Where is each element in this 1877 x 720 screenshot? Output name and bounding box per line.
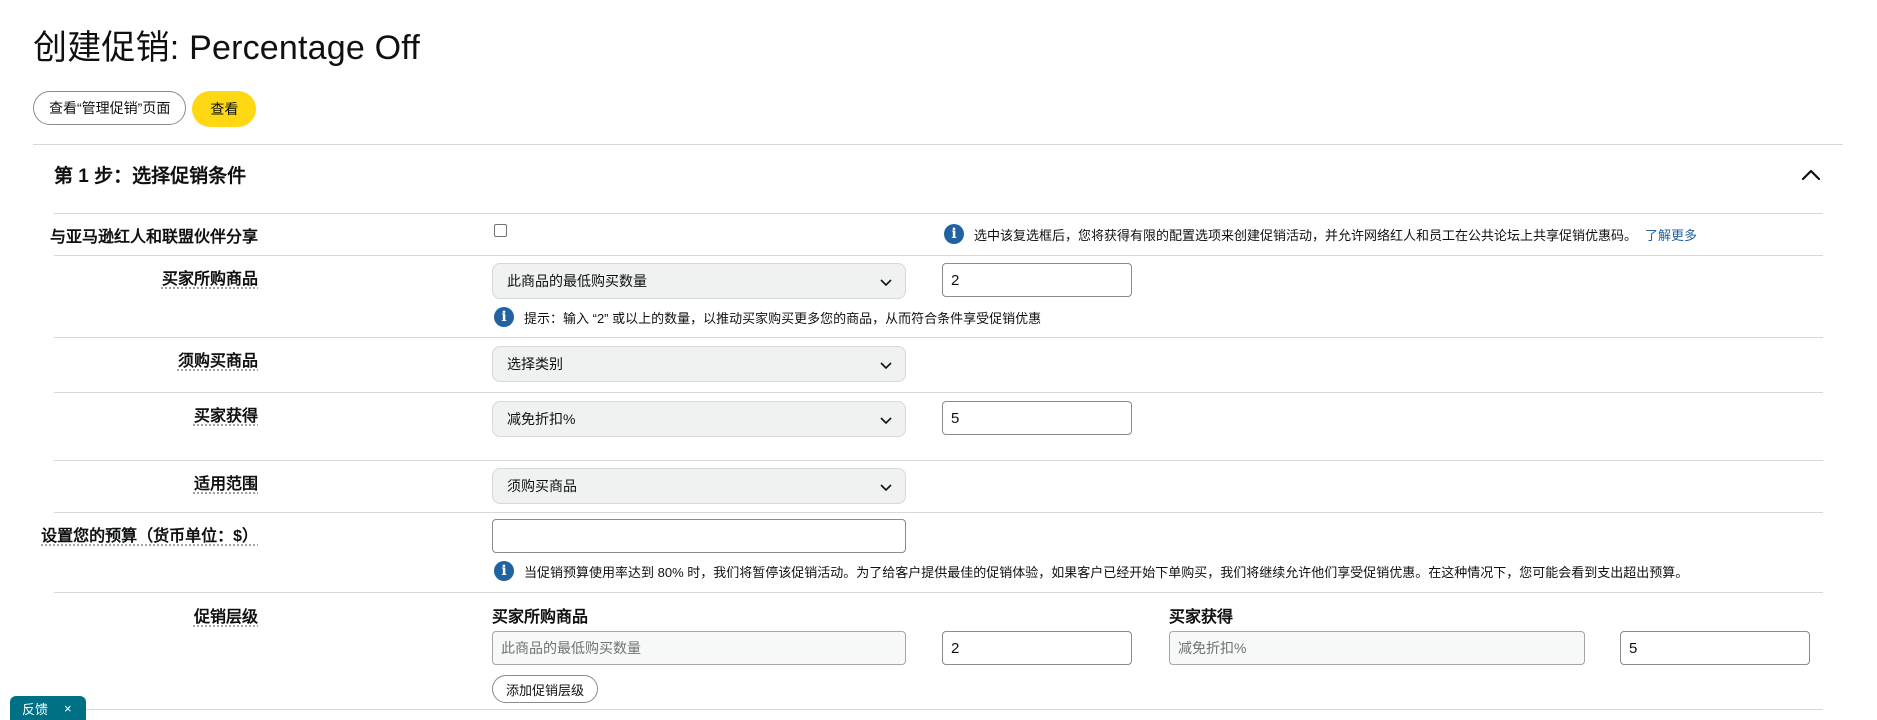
add-tier-button[interactable]: 添加促销层级 (492, 675, 599, 703)
close-icon[interactable]: × (64, 701, 72, 716)
budget-row: 设置您的预算（货币单位：$） i 当促销预算使用率达到 80% 时，我们将暂停该… (41, 512, 1823, 592)
buyer-purchases-select-value: 此商品的最低购买数量 (507, 273, 647, 289)
tier-purchase-quantity-input[interactable] (942, 631, 1132, 665)
buyer-purchases-hint-text: 提示：输入 “2” 或以上的数量，以推动买家购买更多您的商品，从而符合条件享受促… (524, 310, 1042, 326)
chevron-down-icon (880, 484, 892, 492)
buyer-gets-percent-input[interactable] (942, 401, 1132, 435)
view-button[interactable]: 查看 (192, 91, 257, 127)
buyer-gets-select-value: 减免折扣% (507, 411, 576, 427)
budget-label: 设置您的预算（货币单位：$） (41, 528, 258, 545)
purchased-items-label: 须购买商品 (177, 353, 258, 370)
share-row: 与亚马逊红人和联盟伙伴分享 i 选中该复选框后，您将获得有限的配置选项来创建促销… (50, 213, 1823, 255)
buyer-purchases-select[interactable]: 此商品的最低购买数量 (492, 263, 906, 299)
info-icon: i (494, 307, 514, 327)
feedback-tab[interactable]: 反馈 × (10, 696, 86, 720)
tier-purchase-condition-field (492, 631, 906, 665)
applies-to-row: 适用范围 须购买商品 (54, 460, 1823, 512)
learn-more-link[interactable]: 了解更多 (1645, 225, 1697, 244)
chevron-up-icon[interactable] (1799, 163, 1823, 187)
tiers-label: 促销层级 (193, 609, 258, 626)
buyer-gets-row: 买家获得 减免折扣% (54, 392, 1823, 460)
chevron-down-icon (880, 279, 892, 287)
top-buttons: 查看“管理促销”页面 查看 (33, 91, 257, 127)
purchased-items-row: 须购买商品 选择类别 (54, 337, 1823, 392)
info-icon: i (494, 561, 514, 581)
tiers-buyer-purchases-heading: 买家所购商品 (492, 609, 589, 626)
chevron-down-icon (880, 362, 892, 370)
tiers-buyer-gets-heading: 买家获得 (1169, 609, 1234, 626)
buyer-purchases-row: 买家所购商品 此商品的最低购买数量 i 提示：输入 “2” 或以上的数量，以推动… (54, 255, 1823, 337)
chevron-down-icon (880, 417, 892, 425)
buyer-gets-select[interactable]: 减免折扣% (492, 401, 906, 437)
tier-benefit-percent-input[interactable] (1620, 631, 1810, 665)
applies-to-select-value: 须购买商品 (507, 478, 577, 494)
buyer-gets-label: 买家获得 (193, 408, 258, 425)
applies-to-select[interactable]: 须购买商品 (492, 468, 906, 504)
budget-info: i 当促销预算使用率达到 80% 时，我们将暂停该促销活动。为了给客户提供最佳的… (494, 561, 1688, 581)
step1-title: 第 1 步：选择促销条件 (54, 166, 247, 187)
page-title: 创建促销: Percentage Off (33, 29, 420, 67)
purchased-items-select[interactable]: 选择类别 (492, 346, 906, 382)
share-info-text: 选中该复选框后，您将获得有限的配置选项来创建促销活动，并允许网络红人和员工在公共… (974, 227, 1638, 243)
step1-panel: 第 1 步：选择促销条件 与亚马逊红人和联盟伙伴分享 i 选中该复选框后，您将获… (33, 144, 1843, 710)
buyer-purchases-hint: i 提示：输入 “2” 或以上的数量，以推动买家购买更多您的商品，从而符合条件享… (494, 307, 1041, 327)
tier-benefit-condition-field (1169, 631, 1585, 665)
purchased-items-select-value: 选择类别 (507, 356, 563, 372)
step1-form: 与亚马逊红人和联盟伙伴分享 i 选中该复选框后，您将获得有限的配置选项来创建促销… (41, 213, 1823, 710)
budget-input[interactable] (492, 519, 906, 553)
buyer-purchases-label: 买家所购商品 (161, 271, 258, 288)
share-info: i 选中该复选框后，您将获得有限的配置选项来创建促销活动，并允许网络红人和员工在… (944, 224, 1697, 244)
share-label: 与亚马逊红人和联盟伙伴分享 (49, 229, 258, 246)
share-checkbox[interactable] (494, 224, 507, 237)
budget-info-text: 当促销预算使用率达到 80% 时，我们将暂停该促销活动。为了给客户提供最佳的促销… (524, 564, 1689, 580)
tiers-row: 促销层级 买家所购商品 买家获得 添加促销层级 (54, 592, 1823, 710)
view-manage-promotions-button[interactable]: 查看“管理促销”页面 (33, 91, 187, 125)
info-icon: i (944, 224, 964, 244)
buyer-purchases-quantity-input[interactable] (942, 263, 1132, 297)
applies-to-label: 适用范围 (193, 476, 258, 493)
